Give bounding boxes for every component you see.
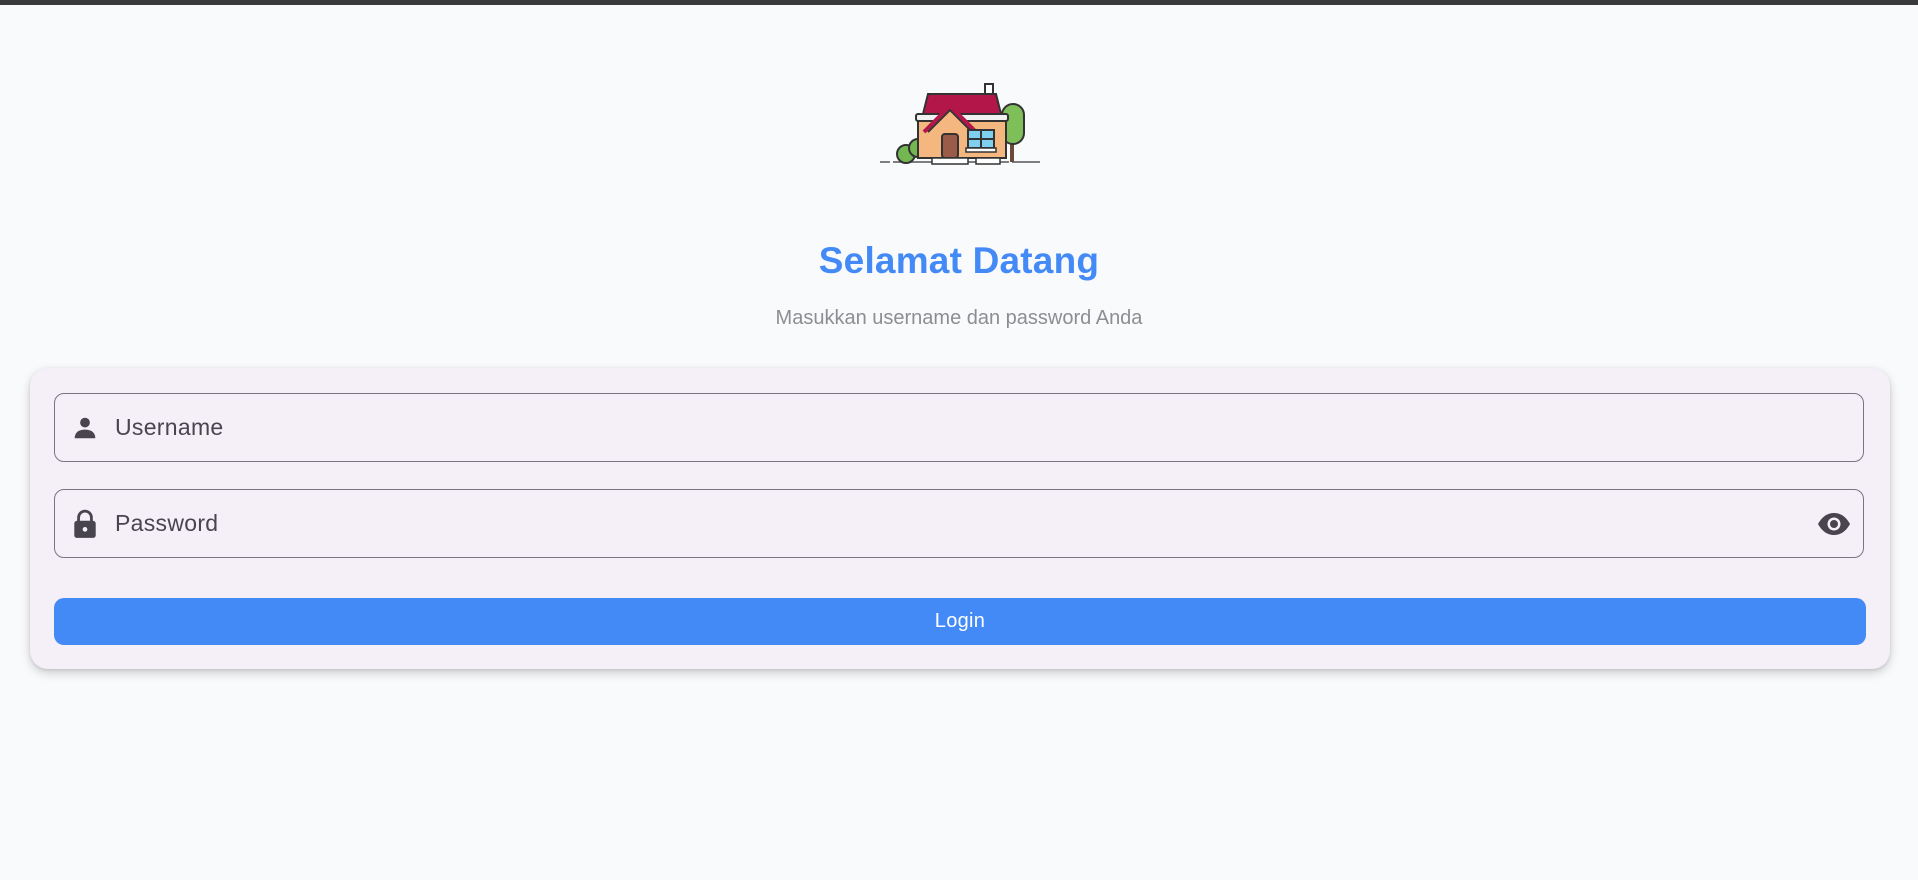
page-title: Selamat Datang — [818, 240, 1100, 281]
lock-icon — [71, 509, 99, 538]
house-icon — [880, 83, 1040, 165]
login-button[interactable]: Login — [54, 598, 1866, 645]
house-logo — [878, 80, 1042, 168]
top-bar — [0, 0, 1918, 5]
username-input[interactable] — [115, 407, 1863, 448]
page-subtitle: Masukkan username dan password Anda — [775, 307, 1143, 329]
person-icon — [71, 414, 99, 442]
password-input[interactable] — [115, 503, 1817, 544]
password-field[interactable] — [54, 489, 1864, 558]
eye-icon[interactable] — [1817, 507, 1851, 541]
username-field[interactable] — [54, 393, 1864, 462]
login-card: Login — [30, 368, 1890, 669]
